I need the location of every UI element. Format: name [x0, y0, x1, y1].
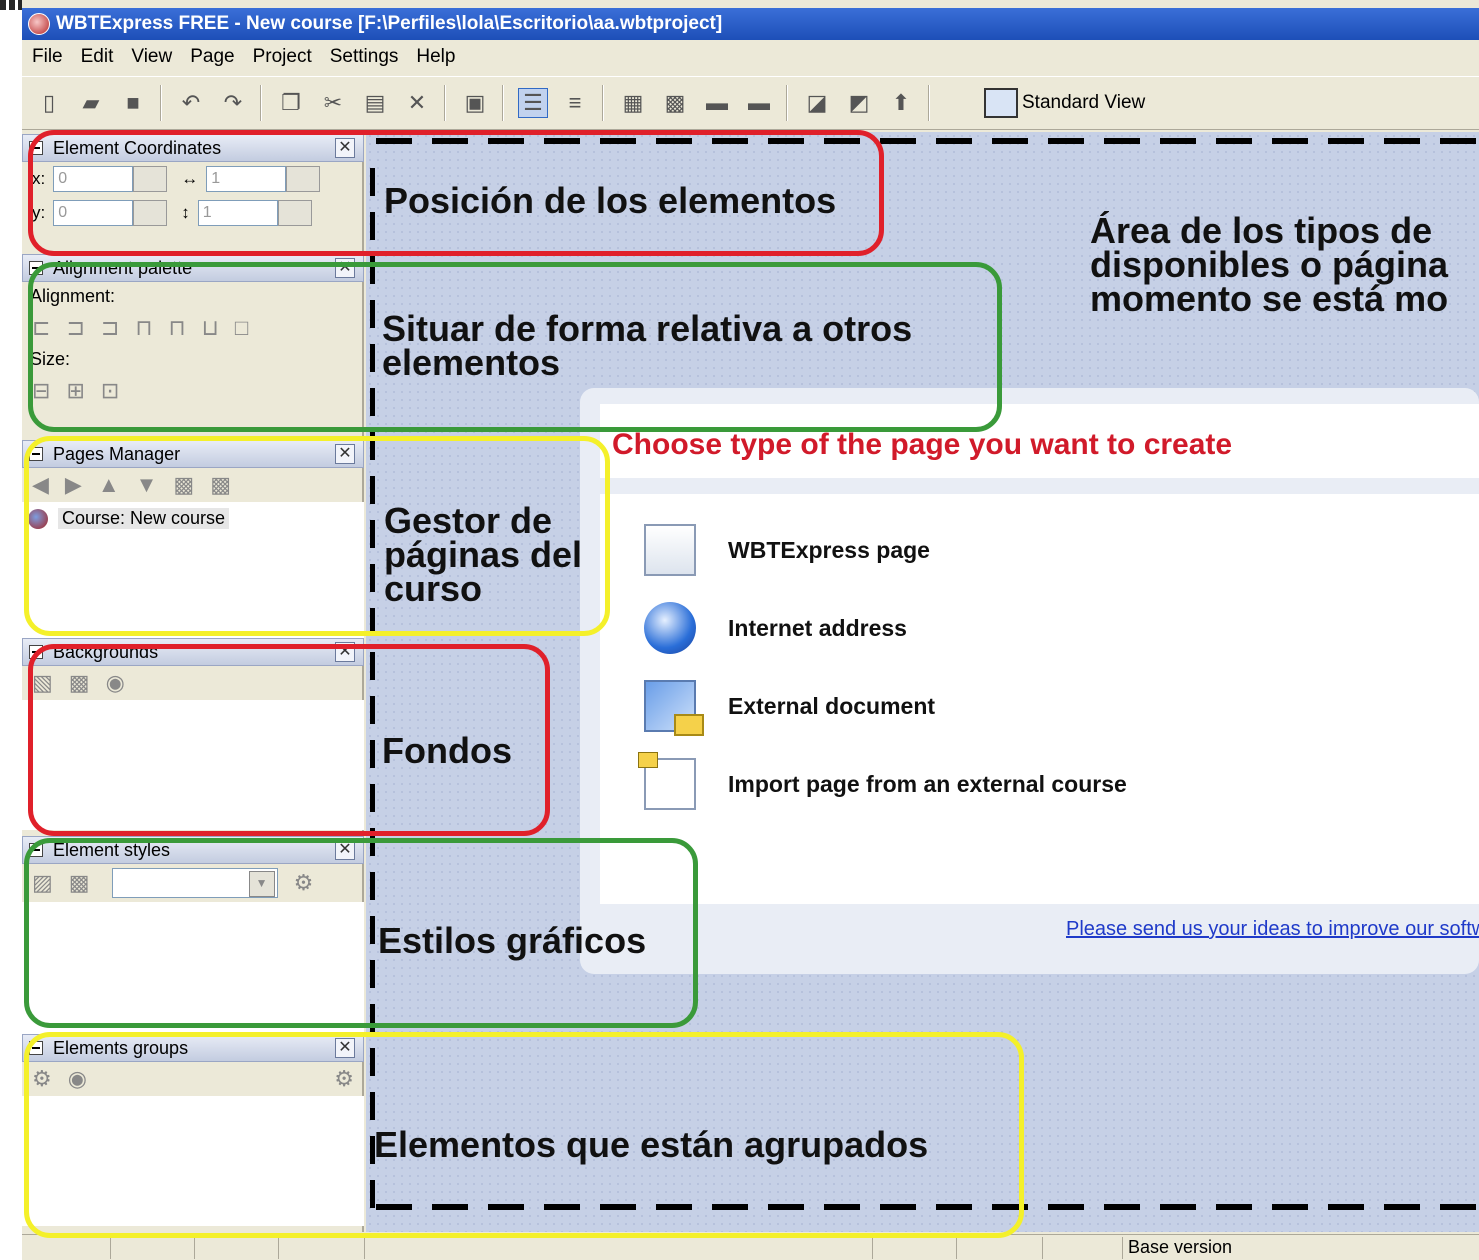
menu-help[interactable]: Help [416, 46, 455, 68]
status-cell [956, 1237, 957, 1259]
annotation-gestor-2: páginas del [384, 534, 583, 575]
page-icon[interactable]: ▣ [460, 88, 490, 118]
save-icon[interactable]: ■ [118, 88, 148, 118]
status-cell [194, 1237, 195, 1259]
open-icon[interactable]: ▰ [76, 88, 106, 118]
toolbar-separator [502, 85, 504, 121]
annotation-area-1: Área de los tipos de [1090, 210, 1433, 251]
cut-icon[interactable]: ✂ [318, 88, 348, 118]
menu-view[interactable]: View [131, 46, 172, 68]
undo-icon[interactable]: ↶ [176, 88, 206, 118]
menu-settings[interactable]: Settings [330, 46, 399, 68]
export-icon[interactable]: ◩ [844, 88, 874, 118]
standard-view-button[interactable]: Standard View [984, 88, 1145, 118]
menu-bar: File Edit View Page Project Settings Hel… [22, 40, 1479, 74]
annotation-area-3: momento se está mo [1090, 278, 1449, 319]
standard-view-label: Standard View [1022, 92, 1146, 113]
new-icon[interactable]: ▯ [34, 88, 64, 118]
main-toolbar: ▯ ▰ ■ ↶ ↷ ❐ ✂ ▤ ✕ ▣ ☰ ≡ ▦ ▩ ▬ ▬ ◪ ◩ ⬆ St… [22, 76, 1479, 130]
status-cell [364, 1237, 365, 1259]
annotation-fondos: Fondos [382, 730, 512, 771]
grid-icon[interactable]: ▦ [618, 88, 648, 118]
annotation-gestor-3: curso [384, 568, 483, 609]
monitor-icon [984, 88, 1018, 118]
toolbar-separator [602, 85, 604, 121]
option-wbtexpress-page[interactable]: WBTExpress page [644, 524, 930, 576]
copy-icon[interactable]: ❐ [276, 88, 306, 118]
upload-icon[interactable]: ⬆ [886, 88, 916, 118]
annotation-area-2: disponibles o página [1090, 244, 1449, 285]
status-cell [110, 1237, 111, 1259]
toolbar-separator [928, 85, 930, 121]
option-external-document[interactable]: External document [644, 680, 936, 736]
toolbar-separator [260, 85, 262, 121]
import-icon [638, 752, 696, 810]
status-cell [278, 1237, 279, 1259]
annotation-posicion: Posición de los elementos [384, 180, 837, 221]
menu-edit[interactable]: Edit [81, 46, 114, 68]
option-label: Internet address [728, 614, 907, 641]
option-label: Import page from an external course [728, 770, 1127, 797]
snap-grid-icon[interactable]: ▩ [660, 88, 690, 118]
dialog-options: WBTExpress page Internet address Externa… [600, 494, 1479, 904]
publish-icon[interactable]: ◪ [802, 88, 832, 118]
status-cell [1122, 1237, 1123, 1259]
option-label: WBTExpress page [728, 536, 930, 563]
page-icon [644, 524, 696, 576]
option-import-page[interactable]: Import page from an external course [638, 752, 1127, 810]
paste-icon[interactable]: ▤ [360, 88, 390, 118]
annotation-gestor-1: Gestor de [384, 500, 553, 541]
menu-file[interactable]: File [32, 46, 63, 68]
option-label: External document [728, 692, 936, 719]
annotation-situar-2: elementos [382, 342, 561, 383]
send-back-icon[interactable]: ▬ [744, 88, 774, 118]
toolbar-separator [444, 85, 446, 121]
title-bar: WBTExpress FREE - New course [F:\Perfile… [22, 8, 1479, 40]
app-icon [28, 13, 50, 35]
feedback-link[interactable]: Please send us your ideas to improve our… [1066, 918, 1479, 941]
tree-view-icon[interactable]: ☰ [518, 88, 548, 118]
toolbar-separator [160, 85, 162, 121]
new-page-dialog: Choose type of the page you want to crea… [580, 388, 1479, 974]
annotation-estilos: Estilos gráficos [378, 920, 647, 961]
document-icon [644, 680, 704, 736]
dialog-title: Choose type of the page you want to crea… [612, 428, 1233, 461]
annotation-situar-1: Situar de forma relativa a otros [382, 308, 913, 349]
globe-icon [644, 602, 696, 654]
list-view-icon[interactable]: ≡ [560, 88, 590, 118]
delete-icon[interactable]: ✕ [402, 88, 432, 118]
menu-project[interactable]: Project [253, 46, 312, 68]
toolbar-separator [786, 85, 788, 121]
version-label: Base version [1128, 1237, 1233, 1257]
bring-front-icon[interactable]: ▬ [702, 88, 732, 118]
redo-icon[interactable]: ↷ [218, 88, 248, 118]
status-cell [872, 1237, 873, 1259]
annotation-agrupados: Elementos que están agrupados [374, 1124, 929, 1165]
window-title: WBTExpress FREE - New course [F:\Perfile… [56, 13, 723, 34]
status-cell [1042, 1237, 1043, 1259]
menu-page[interactable]: Page [190, 46, 234, 68]
option-internet-address[interactable]: Internet address [644, 602, 907, 654]
